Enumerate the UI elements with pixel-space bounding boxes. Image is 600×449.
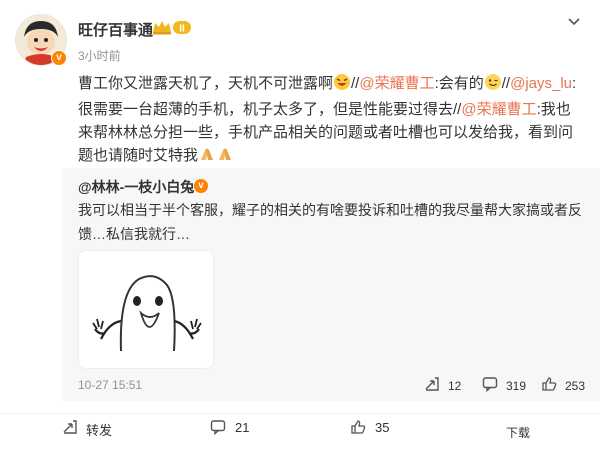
pray-hands-icon <box>216 145 234 170</box>
verified-badge-icon: v <box>51 50 67 66</box>
laughing-emoji-icon <box>333 73 351 98</box>
pray-hands-icon <box>198 145 216 170</box>
verified-badge-icon: v <box>194 179 208 193</box>
like-count: 35 <box>375 420 390 435</box>
comment-count: 21 <box>235 420 250 435</box>
like-count: 253 <box>565 379 586 393</box>
repost-image[interactable] <box>78 250 214 369</box>
repost-time: 10-27 15:51 <box>78 378 143 392</box>
post-time: 3小时前 <box>78 49 121 63</box>
repost-count: 12 <box>448 379 462 393</box>
repost-separator: // <box>501 75 511 92</box>
comment-count: 319 <box>506 379 527 393</box>
post-username[interactable]: 旺仔百事通 <box>78 19 153 40</box>
mention-link[interactable]: @荣耀曹工 <box>359 75 434 92</box>
like-icon[interactable] <box>541 376 557 397</box>
like-icon[interactable] <box>350 419 366 440</box>
post-content: 曹工你又泄露天机了，天机不可泄露啊//@荣耀曹工:会有的//@jays_lu:很… <box>78 72 578 170</box>
content-text: :会有的 <box>434 75 484 92</box>
chevron-down-icon[interactable] <box>565 12 583 30</box>
wink-emoji-icon <box>484 73 502 98</box>
svg-text:II: II <box>179 24 185 35</box>
member-level-icon: II <box>151 19 193 36</box>
repost-button-label[interactable]: 转发 <box>86 420 112 439</box>
repost-icon[interactable] <box>424 376 440 397</box>
mention-link[interactable]: @荣耀曹工 <box>461 101 536 118</box>
repost-username[interactable]: @林林-一枝小白兔 <box>78 177 194 197</box>
repost-text: 我可以相当于半个客服，耀子的相关的有啥要投诉和吐槽的我尽量帮大家搞或者反馈…私信… <box>78 202 582 242</box>
repost-icon[interactable] <box>62 419 78 440</box>
comment-icon[interactable] <box>210 419 226 440</box>
mention-link[interactable]: @jays_lu <box>510 75 572 92</box>
content-text: 曹工你又泄露天机了，天机不可泄露啊 <box>78 75 334 92</box>
footer-download-text[interactable]: 下载 <box>506 424 530 441</box>
comment-icon[interactable] <box>482 376 498 397</box>
